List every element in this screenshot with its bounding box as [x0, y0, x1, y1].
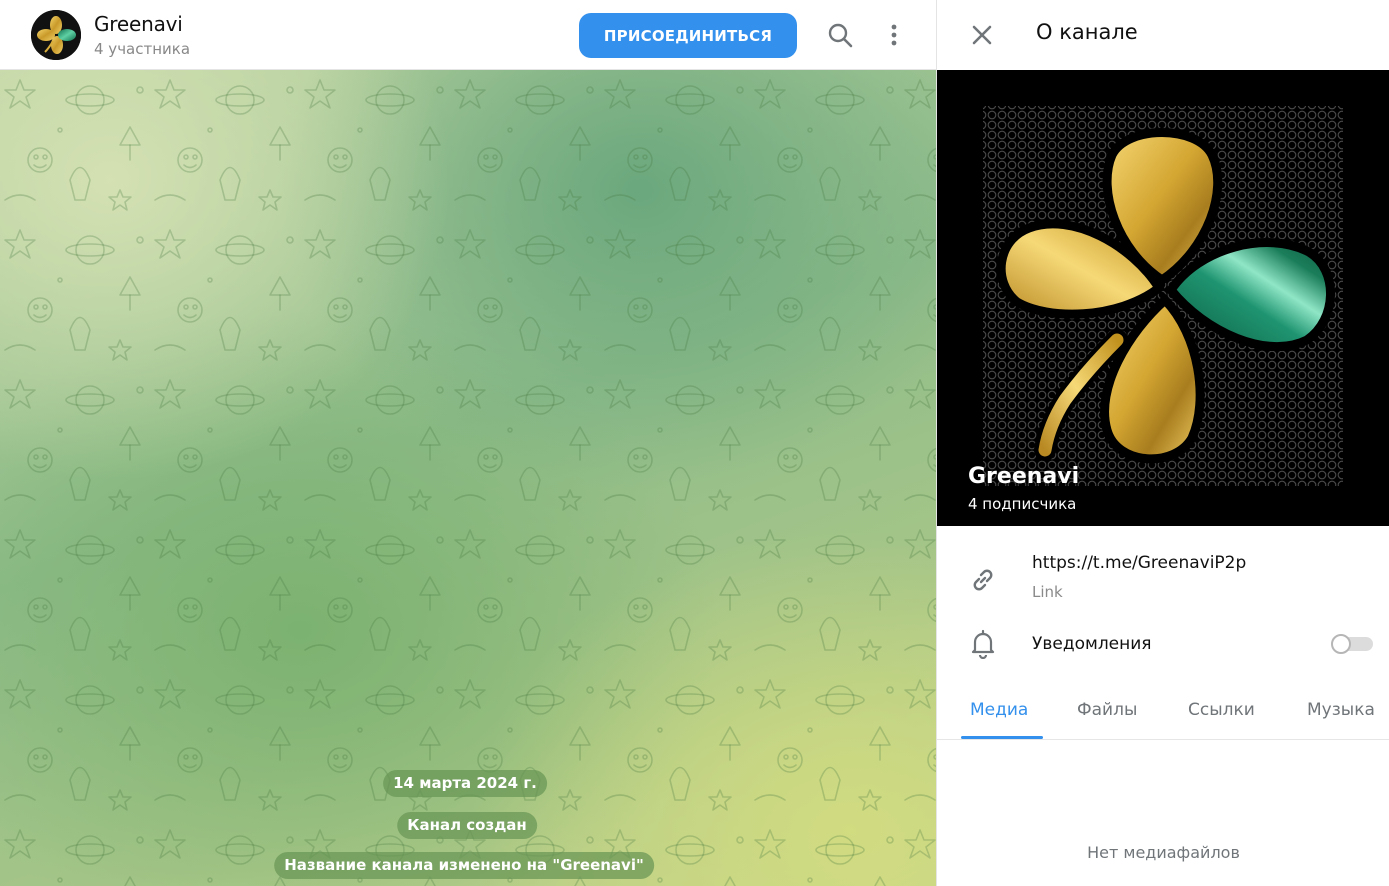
- bell-icon: [967, 628, 999, 660]
- chat-member-count: 4 участника: [94, 40, 191, 58]
- channel-info-panel: О канале Greenavi 4 подписчика https://t…: [936, 0, 1389, 886]
- search-icon: [828, 23, 853, 48]
- panel-header: О канале: [937, 0, 1389, 70]
- active-tab-indicator: [961, 736, 1043, 739]
- notifications-label: Уведомления: [1032, 634, 1152, 654]
- close-icon: [972, 25, 992, 45]
- channel-cover-image[interactable]: Greenavi 4 подписчика: [937, 70, 1389, 526]
- chat-view: Greenavi 4 участника ПРИСОЕДИНИТЬСЯ 14 м…: [0, 0, 936, 886]
- media-tabs: Медиа Файлы Ссылки Музыка: [937, 690, 1389, 740]
- chat-header: Greenavi 4 участника ПРИСОЕДИНИТЬСЯ: [0, 0, 936, 70]
- subscriber-count: 4 подписчика: [968, 495, 1077, 513]
- link-icon: [967, 564, 999, 596]
- notifications-toggle[interactable]: [1331, 634, 1374, 654]
- notifications-row[interactable]: Уведомления: [937, 620, 1389, 670]
- tab-links[interactable]: Ссылки: [1188, 700, 1255, 720]
- service-message-renamed: Название канала изменено на "Greenavi": [274, 852, 654, 879]
- search-button[interactable]: [820, 15, 860, 55]
- chat-title[interactable]: Greenavi: [94, 12, 183, 36]
- tab-music[interactable]: Музыка: [1307, 700, 1375, 720]
- panel-title: О канале: [1036, 20, 1138, 44]
- channel-link-caption: Link: [1032, 583, 1063, 601]
- service-message-created: Канал создан: [397, 812, 537, 839]
- doodle-pattern: [0, 70, 936, 886]
- channel-link-value[interactable]: https://t.me/GreenaviP2p: [1032, 553, 1246, 573]
- channel-link-row[interactable]: https://t.me/GreenaviP2p Link: [937, 540, 1389, 620]
- toggle-knob: [1331, 634, 1351, 654]
- clover-logo-icon: [983, 106, 1343, 486]
- join-button[interactable]: ПРИСОЕДИНИТЬСЯ: [579, 13, 797, 58]
- close-button[interactable]: [963, 16, 1001, 54]
- clover-logo-icon: [31, 10, 81, 60]
- more-options-button[interactable]: [874, 15, 914, 55]
- channel-avatar[interactable]: [31, 10, 81, 60]
- date-separator: 14 марта 2024 г.: [383, 770, 547, 797]
- channel-name: Greenavi: [968, 464, 1080, 489]
- empty-media-text: Нет медиафайлов: [1087, 843, 1240, 862]
- tab-files[interactable]: Файлы: [1077, 700, 1137, 720]
- chat-background: 14 марта 2024 г. Канал создан Название к…: [0, 70, 936, 886]
- tab-media[interactable]: Медиа: [970, 700, 1028, 720]
- more-vertical-icon: [891, 24, 897, 46]
